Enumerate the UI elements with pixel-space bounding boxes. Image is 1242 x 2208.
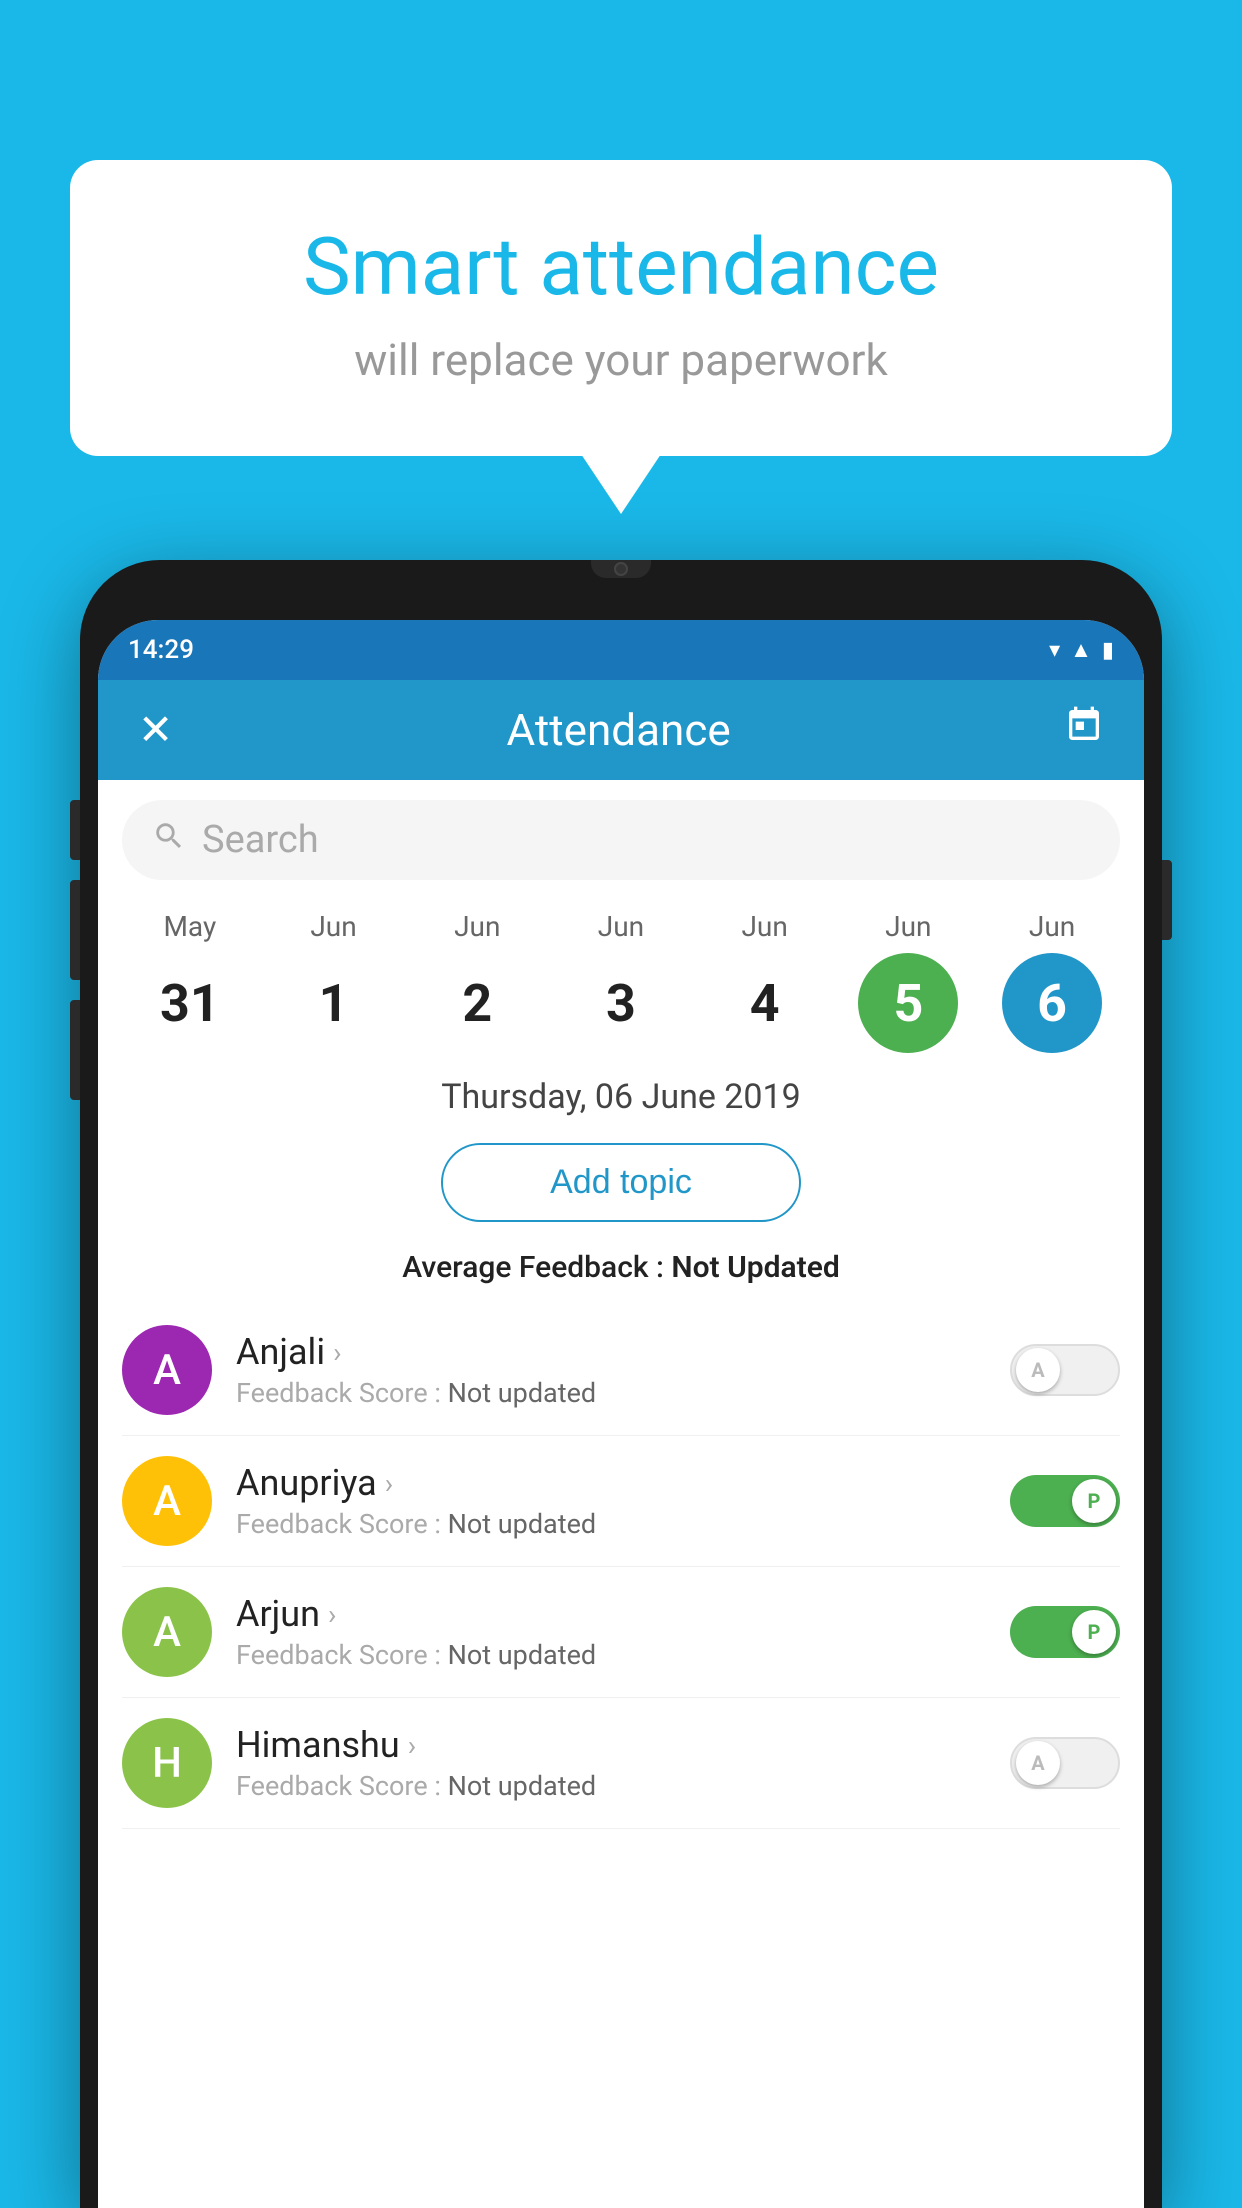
chevron-icon: › xyxy=(328,1598,336,1631)
student-name-1: Anupriya › xyxy=(236,1462,986,1504)
student-item-2[interactable]: A Arjun › Feedback Score : Not updated P xyxy=(122,1567,1120,1698)
phone-screen: 14:29 ▾ ▲ ▮ ✕ Attendance S xyxy=(98,620,1144,2208)
status-bar: 14:29 ▾ ▲ ▮ xyxy=(98,620,1144,680)
app-header: ✕ Attendance xyxy=(98,680,1144,780)
toggle-container-2[interactable]: P xyxy=(1010,1606,1120,1658)
avatar-3: H xyxy=(122,1718,212,1808)
signal-icon: ▲ xyxy=(1070,637,1092,663)
avg-feedback-value: Not Updated xyxy=(671,1250,839,1285)
attendance-toggle-1[interactable]: P xyxy=(1010,1475,1120,1527)
student-name-2: Arjun › xyxy=(236,1593,986,1635)
avatar-0: A xyxy=(122,1325,212,1415)
status-icons: ▾ ▲ ▮ xyxy=(1049,637,1114,663)
header-title: Attendance xyxy=(507,704,731,756)
power-button xyxy=(1162,860,1172,940)
toggle-knob-3: A xyxy=(1016,1741,1060,1785)
toggle-knob-0: A xyxy=(1016,1348,1060,1392)
avatar-2: A xyxy=(122,1587,212,1677)
cal-date-number: 5 xyxy=(858,953,958,1053)
student-info-1: Anupriya › Feedback Score : Not updated xyxy=(236,1462,986,1540)
feedback-value: Not updated xyxy=(448,1508,597,1540)
toggle-container-1[interactable]: P xyxy=(1010,1475,1120,1527)
silent-button xyxy=(70,1000,80,1100)
toggle-container-0[interactable]: A xyxy=(1010,1344,1120,1396)
add-topic-container: Add topic xyxy=(98,1143,1144,1222)
student-feedback-1: Feedback Score : Not updated xyxy=(236,1508,986,1540)
cal-date-number: 4 xyxy=(715,953,815,1053)
cal-month-label: Jun xyxy=(310,910,356,943)
status-time: 14:29 xyxy=(128,635,194,665)
student-info-0: Anjali › Feedback Score : Not updated xyxy=(236,1331,986,1409)
avg-feedback-label: Average Feedback : xyxy=(402,1250,671,1285)
add-topic-button[interactable]: Add topic xyxy=(441,1143,801,1222)
cal-month-label: Jun xyxy=(885,910,931,943)
close-button[interactable]: ✕ xyxy=(138,705,173,755)
speech-bubble: Smart attendance will replace your paper… xyxy=(70,160,1172,456)
cal-month-label: May xyxy=(163,910,216,943)
student-info-2: Arjun › Feedback Score : Not updated xyxy=(236,1593,986,1671)
calendar-icon[interactable] xyxy=(1064,705,1104,755)
attendance-toggle-3[interactable]: A xyxy=(1010,1737,1120,1789)
toggle-knob-2: P xyxy=(1072,1610,1116,1654)
attendance-toggle-0[interactable]: A xyxy=(1010,1344,1120,1396)
search-bar[interactable]: Search xyxy=(122,800,1120,880)
feedback-value: Not updated xyxy=(448,1770,597,1802)
feedback-value: Not updated xyxy=(448,1377,597,1409)
toggle-container-3[interactable]: A xyxy=(1010,1737,1120,1789)
student-feedback-3: Feedback Score : Not updated xyxy=(236,1770,986,1802)
cal-day-5[interactable]: Jun 5 xyxy=(848,910,968,1053)
speech-bubble-arrow xyxy=(581,454,661,514)
search-icon xyxy=(152,819,186,862)
avg-feedback: Average Feedback : Not Updated xyxy=(98,1238,1144,1305)
cal-month-label: Jun xyxy=(454,910,500,943)
cal-date-number: 31 xyxy=(140,953,240,1053)
battery-icon: ▮ xyxy=(1102,638,1114,663)
volume-down-button xyxy=(70,880,80,980)
chevron-icon: › xyxy=(333,1336,341,1369)
phone-notch xyxy=(571,560,671,592)
calendar-row: May 31 Jun 1 Jun 2 Jun 3 Jun 4 Jun 5 Jun 6 xyxy=(98,890,1144,1053)
student-item-3[interactable]: H Himanshu › Feedback Score : Not updated A xyxy=(122,1698,1120,1829)
cal-month-label: Jun xyxy=(598,910,644,943)
student-name-3: Himanshu › xyxy=(236,1724,986,1766)
attendance-toggle-2[interactable]: P xyxy=(1010,1606,1120,1658)
phone-camera xyxy=(591,560,651,578)
student-name-0: Anjali › xyxy=(236,1331,986,1373)
student-item-0[interactable]: A Anjali › Feedback Score : Not updated A xyxy=(122,1305,1120,1436)
cal-date-number: 3 xyxy=(571,953,671,1053)
cal-date-number: 2 xyxy=(427,953,527,1053)
bubble-title: Smart attendance xyxy=(150,220,1092,314)
speech-bubble-container: Smart attendance will replace your paper… xyxy=(70,160,1172,456)
phone-frame: 14:29 ▾ ▲ ▮ ✕ Attendance S xyxy=(80,560,1162,2208)
student-feedback-2: Feedback Score : Not updated xyxy=(236,1639,986,1671)
toggle-knob-1: P xyxy=(1072,1479,1116,1523)
cal-date-number: 6 xyxy=(1002,953,1102,1053)
cal-month-label: Jun xyxy=(1029,910,1075,943)
cal-day-0[interactable]: May 31 xyxy=(130,910,250,1053)
wifi-icon: ▾ xyxy=(1049,638,1060,663)
student-feedback-0: Feedback Score : Not updated xyxy=(236,1377,986,1409)
avatar-1: A xyxy=(122,1456,212,1546)
cal-day-2[interactable]: Jun 2 xyxy=(417,910,537,1053)
cal-month-label: Jun xyxy=(741,910,787,943)
camera-dot xyxy=(614,562,628,576)
volume-up-button xyxy=(70,800,80,860)
feedback-value: Not updated xyxy=(448,1639,597,1671)
chevron-icon: › xyxy=(385,1467,393,1500)
cal-day-6[interactable]: Jun 6 xyxy=(992,910,1112,1053)
student-item-1[interactable]: A Anupriya › Feedback Score : Not updated P xyxy=(122,1436,1120,1567)
selected-date: Thursday, 06 June 2019 xyxy=(98,1053,1144,1127)
cal-date-number: 1 xyxy=(284,953,384,1053)
cal-day-1[interactable]: Jun 1 xyxy=(274,910,394,1053)
student-info-3: Himanshu › Feedback Score : Not updated xyxy=(236,1724,986,1802)
search-placeholder: Search xyxy=(202,818,1090,862)
cal-day-4[interactable]: Jun 4 xyxy=(705,910,825,1053)
chevron-icon: › xyxy=(408,1729,416,1762)
bubble-subtitle: will replace your paperwork xyxy=(150,334,1092,386)
student-list: AAnjali ›Feedback Score : Not updatedAAA… xyxy=(98,1305,1144,1829)
cal-day-3[interactable]: Jun 3 xyxy=(561,910,681,1053)
